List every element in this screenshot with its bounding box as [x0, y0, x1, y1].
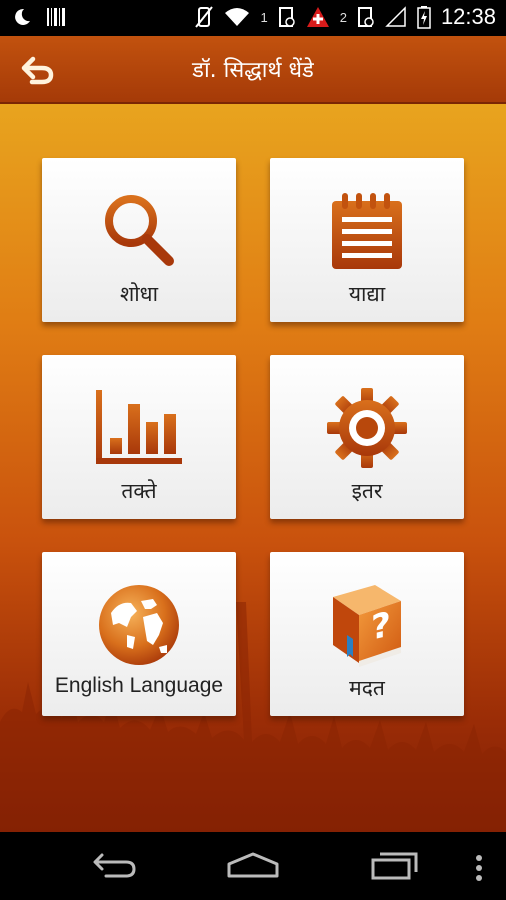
main-content: शोधा याद्या तक्ते इतर English Language ?… [0, 104, 506, 832]
no-signal-icon [385, 6, 407, 28]
tile-help[interactable]: ? मदत [270, 552, 464, 716]
tile-search-label: शोधा [119, 282, 159, 306]
navigation-bar [0, 832, 506, 900]
gear-icon [327, 388, 407, 468]
alert-cross-icon [306, 6, 330, 28]
vibrate-off-icon [194, 5, 214, 29]
barcode-icon [46, 6, 66, 28]
app-bar: डॉ. सिद्धार्थ धेंडे [0, 36, 506, 104]
signal-2-icon [357, 6, 375, 28]
tile-english-language[interactable]: English Language [42, 552, 236, 716]
status-bar: 1 2 12:38 [0, 0, 506, 36]
nav-recents-icon [371, 852, 418, 880]
sim-1-indicator: 1 [260, 9, 268, 25]
clock: 12:38 [440, 4, 496, 29]
nav-home-icon [227, 852, 279, 878]
nav-recents-button[interactable] [370, 850, 420, 884]
page-title: डॉ. सिद्धार्थ धेंडे [192, 58, 314, 83]
tile-charts[interactable]: तक्ते [42, 355, 236, 519]
svg-text:?: ? [371, 605, 391, 649]
nav-home-button[interactable] [226, 850, 280, 884]
moon-icon [12, 7, 32, 27]
search-icon [105, 195, 174, 266]
bar-chart-icon [96, 390, 182, 464]
battery-charging-icon [417, 5, 431, 29]
tile-lists-label: याद्या [348, 282, 386, 306]
nav-menu-button[interactable] [474, 854, 484, 886]
tile-english-language-label: English Language [54, 674, 224, 697]
nav-back-icon [93, 853, 136, 878]
sim-2-indicator: 2 [339, 9, 347, 25]
wifi-icon [224, 6, 250, 28]
tile-other-label: इतर [351, 479, 383, 503]
signal-1-icon [278, 6, 296, 28]
globe-icon [99, 585, 179, 665]
tile-search[interactable]: शोधा [42, 158, 236, 322]
list-icon [332, 193, 402, 269]
help-book-icon: ? [333, 585, 401, 667]
tile-charts-label: तक्ते [121, 479, 157, 503]
tile-other[interactable]: इतर [270, 355, 464, 519]
nav-back-button[interactable] [88, 850, 138, 884]
overflow-menu-icon [476, 855, 482, 881]
tile-lists[interactable]: याद्या [270, 158, 464, 322]
tile-help-label: मदत [349, 676, 385, 700]
